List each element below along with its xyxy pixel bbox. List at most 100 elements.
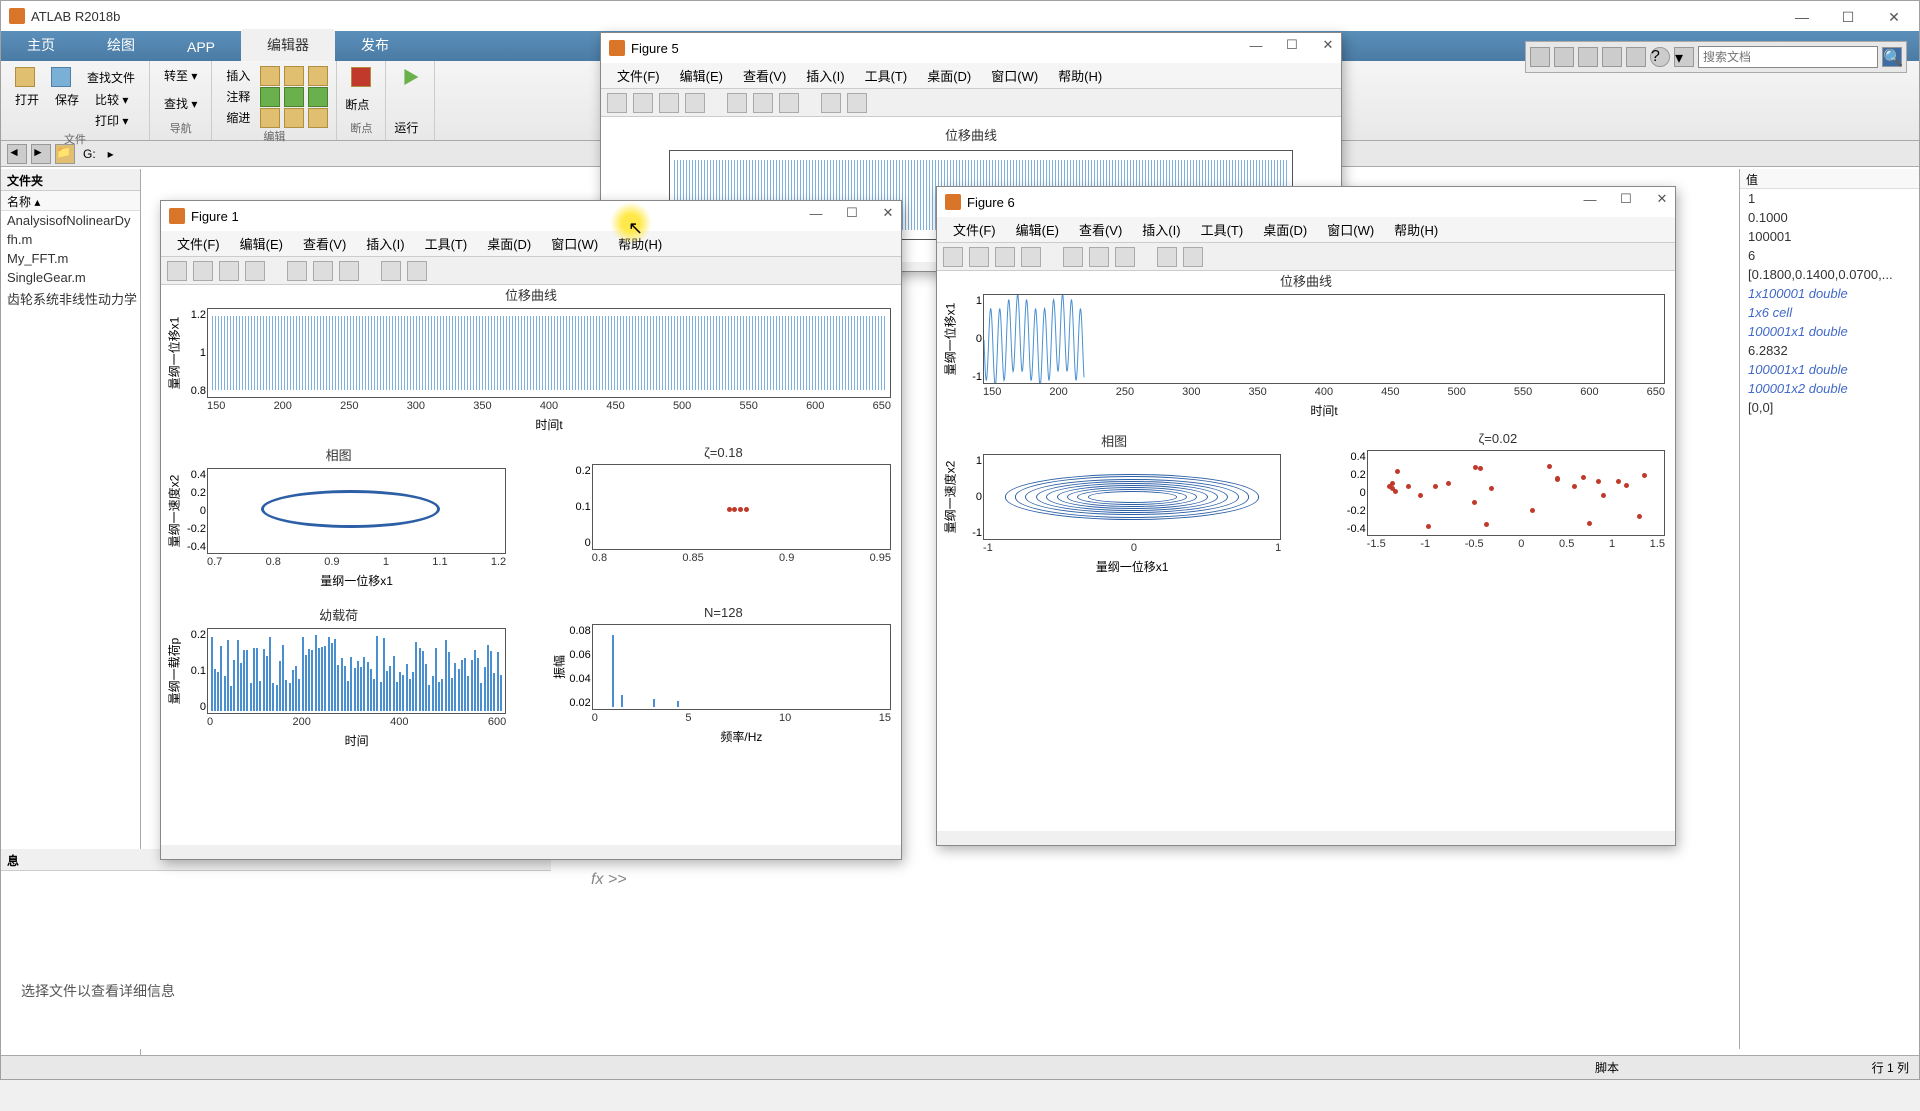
tab-apps[interactable]: APP	[161, 33, 241, 61]
workspace-value[interactable]: [0.1800,0.1400,0.0700,...	[1740, 265, 1919, 284]
save-figure-icon[interactable]	[995, 247, 1015, 267]
figure-menu-item[interactable]: 窗口(W)	[541, 234, 608, 253]
figure-menu-item[interactable]: 查看(V)	[293, 234, 356, 253]
figure-menu-item[interactable]: 工具(T)	[415, 234, 478, 253]
figure-6-toolbar[interactable]	[937, 243, 1675, 271]
workspace-value[interactable]: 100001x2 double	[1740, 379, 1919, 398]
qa-help-icon[interactable]: ?	[1650, 47, 1670, 67]
figure-menu-item[interactable]: 文件(F)	[607, 66, 670, 85]
colorbar-icon[interactable]	[753, 93, 773, 113]
main-minimize-button[interactable]: —	[1779, 3, 1825, 31]
workspace-value-column[interactable]: 值	[1740, 169, 1919, 189]
save-figure-icon[interactable]	[659, 93, 679, 113]
figure-menu-item[interactable]: 窗口(W)	[1317, 220, 1384, 239]
figure-5-minimize[interactable]: —	[1247, 36, 1265, 54]
workspace-value[interactable]: [0,0]	[1740, 398, 1919, 417]
compare-button[interactable]: 比较 ▾	[89, 89, 134, 110]
figure-menu-item[interactable]: 桌面(D)	[477, 234, 541, 253]
qa-paste-icon[interactable]	[1602, 47, 1622, 67]
breakpoint-button[interactable]	[345, 65, 377, 89]
figure-1-titlebar[interactable]: Figure 1 — ☐ ✕	[161, 201, 901, 231]
run-button[interactable]	[394, 65, 426, 89]
goto-button[interactable]: 转至 ▾	[158, 65, 203, 86]
pointer-icon[interactable]	[821, 93, 841, 113]
figure-5-menubar[interactable]: 文件(F)编辑(E)查看(V)插入(I)工具(T)桌面(D)窗口(W)帮助(H)	[601, 63, 1341, 89]
figure-1-window[interactable]: Figure 1 — ☐ ✕ 文件(F)编辑(E)查看(V)插入(I)工具(T)…	[160, 200, 902, 860]
print-figure-icon[interactable]	[1021, 247, 1041, 267]
link-icon[interactable]	[727, 93, 747, 113]
figure-menu-item[interactable]: 工具(T)	[1191, 220, 1254, 239]
figure-1-menubar[interactable]: 文件(F)编辑(E)查看(V)插入(I)工具(T)桌面(D)窗口(W)帮助(H)	[161, 231, 901, 257]
tab-publish[interactable]: 发布	[335, 29, 415, 61]
tab-plots[interactable]: 绘图	[81, 29, 161, 61]
file-item[interactable]: SingleGear.m	[1, 268, 140, 287]
figure-menu-item[interactable]: 桌面(D)	[1253, 220, 1317, 239]
figure-6-minimize[interactable]: —	[1581, 190, 1599, 208]
figure-menu-item[interactable]: 插入(I)	[796, 66, 854, 85]
figure-5-toolbar[interactable]	[601, 89, 1341, 117]
workspace-value[interactable]: 0.1000	[1740, 208, 1919, 227]
main-maximize-button[interactable]: ☐	[1825, 3, 1871, 31]
workspace-value[interactable]: 1x6 cell	[1740, 303, 1919, 322]
print-button[interactable]: 打印 ▾	[89, 110, 134, 131]
workspace-value[interactable]: 100001x1 double	[1740, 322, 1919, 341]
insert-button[interactable]: 插入	[220, 65, 256, 86]
legend-icon[interactable]	[1115, 247, 1135, 267]
figure-menu-item[interactable]: 帮助(H)	[1048, 66, 1112, 85]
qa-undo-icon[interactable]	[1626, 47, 1646, 67]
workspace-value[interactable]: 100001	[1740, 227, 1919, 246]
colorbar-icon[interactable]	[1089, 247, 1109, 267]
qa-dropdown-icon[interactable]: ▾	[1674, 47, 1694, 67]
figure-5-maximize[interactable]: ☐	[1283, 36, 1301, 54]
tab-home[interactable]: 主页	[1, 29, 81, 61]
print-figure-icon[interactable]	[245, 261, 265, 281]
pointer-icon[interactable]	[381, 261, 401, 281]
open-button[interactable]	[9, 65, 41, 89]
figure-menu-item[interactable]: 编辑(E)	[1006, 220, 1069, 239]
figure-1-maximize[interactable]: ☐	[843, 204, 861, 222]
addr-drive[interactable]: G:	[79, 145, 100, 163]
workspace-value[interactable]: 6.2832	[1740, 341, 1919, 360]
file-item[interactable]: fh.m	[1, 230, 140, 249]
workspace-value[interactable]: 6	[1740, 246, 1919, 265]
figure-menu-item[interactable]: 查看(V)	[733, 66, 796, 85]
command-prompt[interactable]: fx >>	[591, 871, 627, 889]
figure-6-titlebar[interactable]: Figure 6 — ☐ ✕	[937, 187, 1675, 217]
folder-name-column[interactable]: 名称 ▴	[1, 191, 140, 211]
figure-6-menubar[interactable]: 文件(F)编辑(E)查看(V)插入(I)工具(T)桌面(D)窗口(W)帮助(H)	[937, 217, 1675, 243]
figure-6-close[interactable]: ✕	[1653, 190, 1671, 208]
figure-1-close[interactable]: ✕	[879, 204, 897, 222]
figure-1-minimize[interactable]: —	[807, 204, 825, 222]
workspace-value[interactable]: 1	[1740, 189, 1919, 208]
open-figure-icon[interactable]	[969, 247, 989, 267]
figure-menu-item[interactable]: 编辑(E)	[670, 66, 733, 85]
figure-menu-item[interactable]: 插入(I)	[356, 234, 414, 253]
qa-cut-icon[interactable]	[1554, 47, 1574, 67]
colorbar-icon[interactable]	[313, 261, 333, 281]
print-figure-icon[interactable]	[685, 93, 705, 113]
workspace-value[interactable]: 100001x1 double	[1740, 360, 1919, 379]
figure-6-window[interactable]: Figure 6 — ☐ ✕ 文件(F)编辑(E)查看(V)插入(I)工具(T)…	[936, 186, 1676, 846]
figure-menu-item[interactable]: 桌面(D)	[917, 66, 981, 85]
file-item[interactable]: AnalysisofNolinearDy	[1, 211, 140, 230]
search-input[interactable]	[1698, 46, 1878, 68]
legend-icon[interactable]	[779, 93, 799, 113]
workspace-value[interactable]: 1x100001 double	[1740, 284, 1919, 303]
figure-menu-item[interactable]: 插入(I)	[1132, 220, 1190, 239]
qa-copy-icon[interactable]	[1578, 47, 1598, 67]
back-icon[interactable]: ◄	[7, 144, 27, 164]
save-button[interactable]	[45, 65, 77, 89]
search-icon[interactable]: 🔍	[1882, 47, 1902, 67]
save-figure-icon[interactable]	[219, 261, 239, 281]
folder-icon[interactable]: 📁	[55, 144, 75, 164]
file-item[interactable]: 齿轮系统非线性动力学	[1, 287, 140, 310]
main-close-button[interactable]: ✕	[1871, 3, 1917, 31]
new-figure-icon[interactable]	[943, 247, 963, 267]
open-figure-icon[interactable]	[193, 261, 213, 281]
insert-text-icon[interactable]	[1183, 247, 1203, 267]
figure-6-maximize[interactable]: ☐	[1617, 190, 1635, 208]
file-item[interactable]: My_FFT.m	[1, 249, 140, 268]
qa-save-icon[interactable]	[1530, 47, 1550, 67]
figure-5-close[interactable]: ✕	[1319, 36, 1337, 54]
figure-5-titlebar[interactable]: Figure 5 — ☐ ✕	[601, 33, 1341, 63]
